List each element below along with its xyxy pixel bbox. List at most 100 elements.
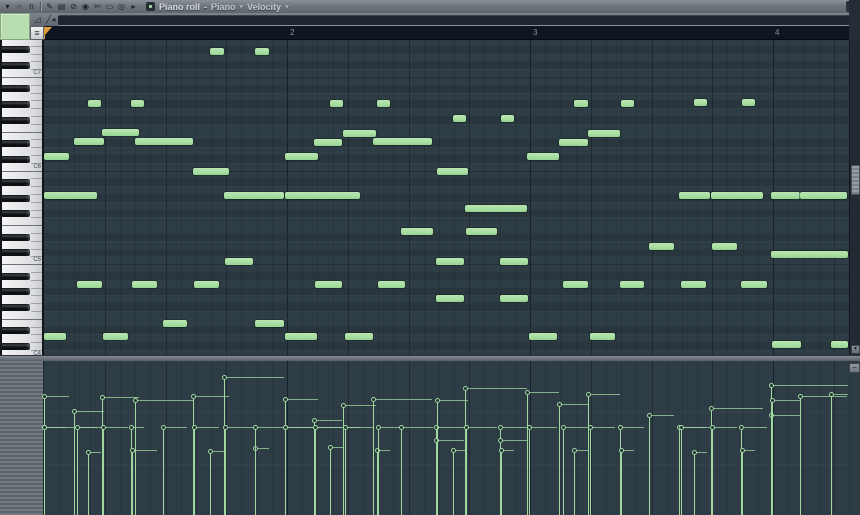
- velocity-node[interactable]: [192, 425, 197, 430]
- velocity-node[interactable]: [435, 398, 440, 403]
- scrollbar-down-arrow[interactable]: ▾: [851, 345, 860, 354]
- chevron-down-icon[interactable]: ▾: [285, 3, 289, 11]
- midi-note[interactable]: [527, 153, 559, 160]
- midi-note[interactable]: [345, 333, 373, 340]
- velocity-stem[interactable]: [649, 415, 650, 515]
- midi-note[interactable]: [741, 281, 767, 288]
- piano-key-black[interactable]: [2, 117, 30, 124]
- velocity-stem[interactable]: [343, 405, 344, 515]
- target-value-strip[interactable]: [58, 15, 850, 26]
- velocity-stem[interactable]: [800, 396, 801, 515]
- velocity-node[interactable]: [525, 390, 530, 395]
- velocity-node[interactable]: [464, 425, 469, 430]
- midi-note[interactable]: [679, 192, 710, 199]
- velocity-node[interactable]: [586, 392, 591, 397]
- midi-note[interactable]: [132, 281, 157, 288]
- velocity-stem[interactable]: [527, 392, 528, 515]
- velocity-stem[interactable]: [44, 427, 45, 515]
- velocity-node[interactable]: [588, 425, 593, 430]
- piano-key-black[interactable]: [2, 304, 30, 311]
- midi-note[interactable]: [102, 129, 139, 136]
- velocity-node[interactable]: [42, 425, 47, 430]
- velocity-stem[interactable]: [831, 394, 832, 515]
- midi-note[interactable]: [74, 138, 104, 145]
- velocity-stem[interactable]: [590, 427, 591, 515]
- velocity-stem[interactable]: [194, 427, 195, 515]
- velocity-stem[interactable]: [559, 404, 560, 515]
- chevron-down-icon[interactable]: ▾: [240, 3, 244, 11]
- piano-key-black[interactable]: [2, 273, 30, 280]
- select-tool-icon[interactable]: ▭: [104, 1, 115, 12]
- ramp-down-icon[interactable]: ◿: [32, 14, 43, 25]
- velocity-node[interactable]: [451, 448, 456, 453]
- vertical-scrollbar[interactable]: ▾: [849, 40, 860, 355]
- velocity-node[interactable]: [161, 425, 166, 430]
- midi-note[interactable]: [378, 281, 405, 288]
- midi-note[interactable]: [621, 100, 634, 107]
- timeline-ruler[interactable]: 234: [44, 26, 852, 40]
- midi-note[interactable]: [681, 281, 706, 288]
- midi-note[interactable]: [224, 192, 284, 199]
- velocity-stem[interactable]: [163, 427, 164, 515]
- collapse-lane-button[interactable]: −: [849, 363, 860, 373]
- velocity-stem[interactable]: [210, 451, 211, 515]
- midi-note[interactable]: [88, 100, 101, 107]
- midi-note[interactable]: [44, 333, 66, 340]
- midi-note[interactable]: [694, 99, 707, 106]
- velocity-node[interactable]: [42, 394, 47, 399]
- velocity-stem[interactable]: [77, 427, 78, 515]
- velocity-node[interactable]: [572, 448, 577, 453]
- velocity-stem[interactable]: [453, 450, 454, 515]
- note-grid[interactable]: [44, 40, 849, 355]
- velocity-stem[interactable]: [588, 394, 589, 515]
- piano-key-black[interactable]: [2, 234, 30, 241]
- piano-key-black[interactable]: [2, 62, 30, 69]
- midi-note[interactable]: [285, 333, 317, 340]
- velocity-stem[interactable]: [315, 427, 316, 515]
- velocity-node[interactable]: [463, 386, 468, 391]
- velocity-node[interactable]: [770, 398, 775, 403]
- velocity-stem[interactable]: [378, 427, 379, 515]
- midi-note[interactable]: [466, 228, 497, 235]
- velocity-node[interactable]: [75, 425, 80, 430]
- velocity-stem[interactable]: [712, 427, 713, 515]
- piano-key-black[interactable]: [2, 195, 30, 202]
- velocity-node[interactable]: [376, 425, 381, 430]
- midi-note[interactable]: [590, 333, 615, 340]
- playhead-marker[interactable]: [44, 27, 52, 36]
- velocity-stem[interactable]: [401, 427, 402, 515]
- velocity-node[interactable]: [343, 425, 348, 430]
- velocity-node[interactable]: [208, 449, 213, 454]
- piano-key-black[interactable]: [2, 156, 30, 163]
- velocity-stem[interactable]: [466, 427, 467, 515]
- midi-note[interactable]: [620, 281, 644, 288]
- midi-note[interactable]: [465, 205, 527, 212]
- velocity-node[interactable]: [371, 397, 376, 402]
- midi-note[interactable]: [772, 341, 801, 348]
- velocity-node[interactable]: [129, 425, 134, 430]
- piano-key-black[interactable]: [2, 343, 30, 350]
- prev-target-icon[interactable]: ◂: [48, 14, 59, 25]
- velocity-node[interactable]: [498, 438, 503, 443]
- midi-note[interactable]: [193, 168, 229, 175]
- velocity-stem[interactable]: [694, 452, 695, 515]
- playback-tool-icon[interactable]: ▸: [128, 1, 139, 12]
- midi-note[interactable]: [194, 281, 219, 288]
- velocity-node[interactable]: [133, 398, 138, 403]
- midi-note[interactable]: [163, 320, 187, 327]
- velocity-stem[interactable]: [574, 450, 575, 515]
- midi-note[interactable]: [771, 251, 848, 258]
- piano-key-black[interactable]: [2, 179, 30, 186]
- velocity-node[interactable]: [283, 397, 288, 402]
- paint-tool-icon[interactable]: ▤: [56, 1, 67, 12]
- velocity-node[interactable]: [283, 425, 288, 430]
- velocity-node[interactable]: [527, 425, 532, 430]
- piano-key-black[interactable]: [2, 210, 30, 217]
- midi-note[interactable]: [314, 139, 342, 146]
- velocity-node[interactable]: [739, 425, 744, 430]
- velocity-stem[interactable]: [132, 450, 133, 515]
- mute-tool-icon[interactable]: ◉: [80, 1, 91, 12]
- midi-note[interactable]: [210, 48, 224, 55]
- velocity-node[interactable]: [769, 383, 774, 388]
- piano-key-black[interactable]: [2, 288, 30, 295]
